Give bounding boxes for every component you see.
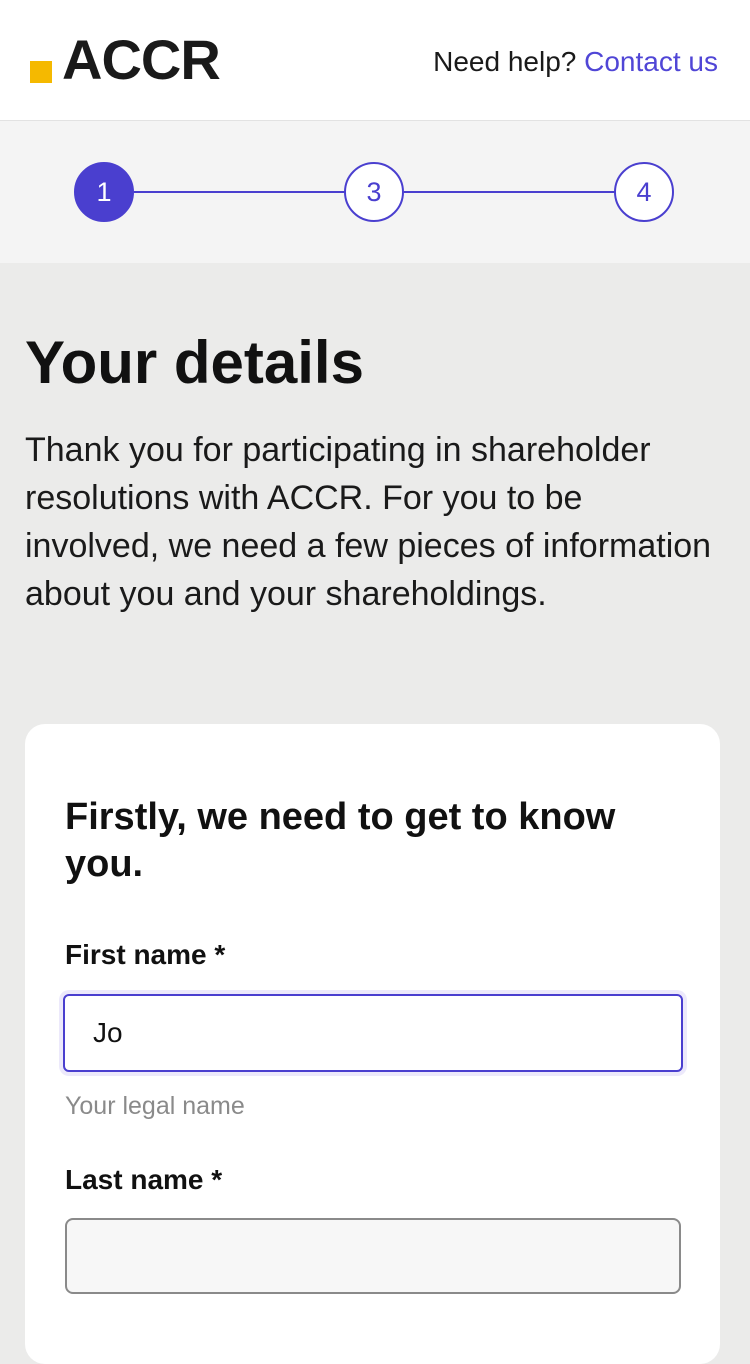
first-name-input[interactable]	[63, 994, 683, 1072]
accr-logo[interactable]: ACCR	[30, 28, 221, 91]
step-connector	[134, 191, 346, 193]
first-name-label: First name *	[65, 939, 226, 970]
logo-text: ACCR	[62, 28, 221, 91]
progress-stepper: 1 3 4	[0, 121, 750, 263]
logo-mark-icon	[30, 61, 52, 83]
step-1[interactable]: 1	[74, 162, 134, 222]
details-form-card: Firstly, we need to get to know you. Fir…	[25, 724, 720, 1364]
first-name-focus-ring	[59, 990, 687, 1076]
intro-text: Thank you for participating in sharehold…	[25, 431, 712, 613]
help-text: Need help? Contact us	[433, 44, 718, 80]
last-name-label: Last name *	[65, 1164, 223, 1195]
step-4[interactable]: 4	[614, 162, 674, 222]
step-3[interactable]: 3	[344, 162, 404, 222]
step-connector	[404, 191, 616, 193]
first-name-hint: Your legal name	[65, 1092, 245, 1120]
contact-us-link[interactable]: Contact us	[584, 46, 718, 77]
page-title: Your details	[25, 329, 364, 396]
form-heading: Firstly, we need to get to know you.	[65, 796, 616, 885]
help-label: Need help?	[433, 46, 577, 77]
last-name-input[interactable]	[65, 1218, 681, 1294]
app-header: ACCR Need help? Contact us	[0, 0, 750, 121]
